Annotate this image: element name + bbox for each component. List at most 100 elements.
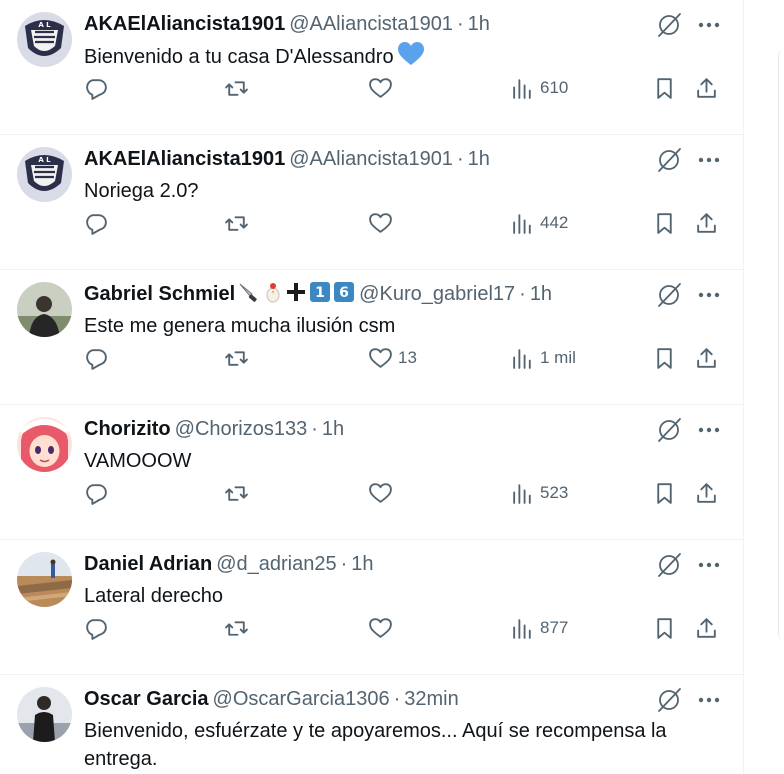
retweet-button[interactable] [224, 477, 249, 509]
avatar[interactable] [17, 552, 72, 607]
keycap-6-emoji: 6 [333, 281, 355, 310]
grok-icon[interactable] [654, 280, 684, 310]
like-button[interactable] [368, 477, 398, 509]
chicken-emoji [263, 281, 283, 310]
share-icon [697, 482, 716, 503]
timestamp[interactable]: 1h [530, 283, 552, 305]
analytics-icon [513, 348, 531, 369]
avatar[interactable] [17, 687, 72, 742]
tweet[interactable]: Chorizito @Chorizos133 · 1h VAMOOOW 523 [0, 405, 743, 540]
timestamp[interactable]: 32min [404, 688, 458, 710]
analytics-icon [513, 618, 531, 639]
views-button[interactable]: 877 [510, 612, 568, 644]
tweet-text: VAMOOOW [84, 450, 192, 472]
user-handle[interactable]: @OscarGarcia1306 [213, 688, 390, 710]
display-name[interactable]: AKAElAliancista1901 [84, 13, 285, 35]
retweet-button[interactable] [224, 612, 249, 644]
more-options-icon[interactable] [694, 550, 724, 580]
avatar[interactable]: A L [17, 147, 72, 202]
bookmark-button[interactable] [652, 477, 677, 509]
more-options-icon[interactable] [694, 685, 724, 715]
grok-icon[interactable] [654, 145, 684, 175]
heart-icon [369, 347, 392, 368]
timestamp[interactable]: 1h [322, 418, 344, 440]
reply-button[interactable] [84, 612, 109, 644]
user-handle[interactable]: @AAliancista1901 [289, 13, 453, 35]
reply-button[interactable] [84, 342, 109, 374]
bookmark-icon [657, 77, 672, 99]
reply-icon [86, 348, 107, 370]
like-button[interactable] [368, 207, 398, 239]
view-count: 1 mil [540, 348, 576, 367]
bookmark-button[interactable] [652, 207, 677, 239]
svg-text:A L: A L [38, 21, 51, 29]
share-button[interactable] [694, 72, 719, 104]
grok-icon[interactable] [654, 685, 684, 715]
user-handle[interactable]: @Chorizos133 [175, 418, 308, 440]
heart-icon [369, 212, 392, 233]
retweet-button[interactable] [224, 72, 249, 104]
like-button[interactable] [368, 612, 398, 644]
analytics-icon [513, 213, 531, 234]
reply-button[interactable] [84, 477, 109, 509]
view-count: 442 [540, 213, 569, 232]
bookmark-icon [657, 482, 672, 504]
retweet-icon [225, 620, 248, 636]
tweet[interactable]: Daniel Adrian @d_adrian25 · 1h Lateral dere… [0, 540, 743, 675]
timestamp[interactable]: 1h [351, 553, 373, 575]
retweet-button[interactable] [224, 342, 249, 374]
reply-button[interactable] [84, 207, 109, 239]
bookmark-icon [657, 347, 672, 369]
share-icon [697, 77, 716, 98]
timestamp[interactable]: 1h [468, 13, 490, 35]
user-handle[interactable]: @Kuro_gabriel17 [359, 283, 515, 305]
heart-icon [369, 617, 392, 638]
share-button[interactable] [694, 342, 719, 374]
like-count: 13 [398, 348, 417, 367]
more-options-icon[interactable] [694, 280, 724, 310]
bookmark-button[interactable] [652, 72, 677, 104]
like-button[interactable]: 13 [368, 342, 417, 374]
retweet-icon [225, 350, 248, 366]
display-name[interactable]: AKAElAliancista1901 [84, 148, 285, 170]
display-name[interactable]: Oscar Garcia [84, 688, 209, 710]
timestamp[interactable]: 1h [468, 148, 490, 170]
views-button[interactable]: 1 mil [510, 342, 576, 374]
user-handle[interactable]: @AAliancista1901 [289, 148, 453, 170]
tweet[interactable]: A L AKAElAliancista1901 @AAliancista1901 ·… [0, 0, 743, 135]
reply-feed: A L AKAElAliancista1901 @AAliancista1901 ·… [0, 0, 744, 774]
reply-button[interactable] [84, 72, 109, 104]
sidebar-edge [778, 50, 784, 640]
more-options-icon[interactable] [694, 145, 724, 175]
grok-icon[interactable] [654, 550, 684, 580]
share-button[interactable] [694, 477, 719, 509]
knife-emoji [237, 281, 261, 310]
display-name[interactable]: Daniel Adrian [84, 553, 212, 575]
tweet[interactable]: Gabriel Schmiel 1 6 @Kuro_gabriel17 · 1h Este… [0, 270, 743, 405]
user-handle[interactable]: @d_adrian25 [216, 553, 336, 575]
views-button[interactable]: 442 [510, 207, 568, 239]
avatar[interactable] [17, 417, 72, 472]
display-name[interactable]: Gabriel Schmiel [84, 283, 235, 305]
share-button[interactable] [694, 207, 719, 239]
tweet[interactable]: Oscar Garcia @OscarGarcia1306 · 32min Bienv… [0, 675, 743, 774]
display-name[interactable]: Chorizito [84, 418, 171, 440]
avatar[interactable]: A L [17, 12, 72, 67]
retweet-button[interactable] [224, 207, 249, 239]
views-button[interactable]: 523 [510, 477, 568, 509]
bookmark-button[interactable] [652, 612, 677, 644]
views-button[interactable]: 610 [510, 72, 568, 104]
heart-icon [369, 77, 392, 98]
avatar[interactable] [17, 282, 72, 337]
grok-icon[interactable] [654, 415, 684, 445]
more-options-icon[interactable] [694, 415, 724, 445]
grok-icon[interactable] [654, 10, 684, 40]
bookmark-button[interactable] [652, 342, 677, 374]
more-options-icon[interactable] [694, 10, 724, 40]
blue-heart-emoji [397, 42, 424, 65]
share-button[interactable] [694, 612, 719, 644]
keycap-1-emoji: 1 [309, 281, 331, 310]
like-button[interactable] [368, 72, 398, 104]
tweet[interactable]: A L AKAElAliancista1901 @AAliancista1901 ·… [0, 135, 743, 270]
share-icon [697, 212, 716, 233]
